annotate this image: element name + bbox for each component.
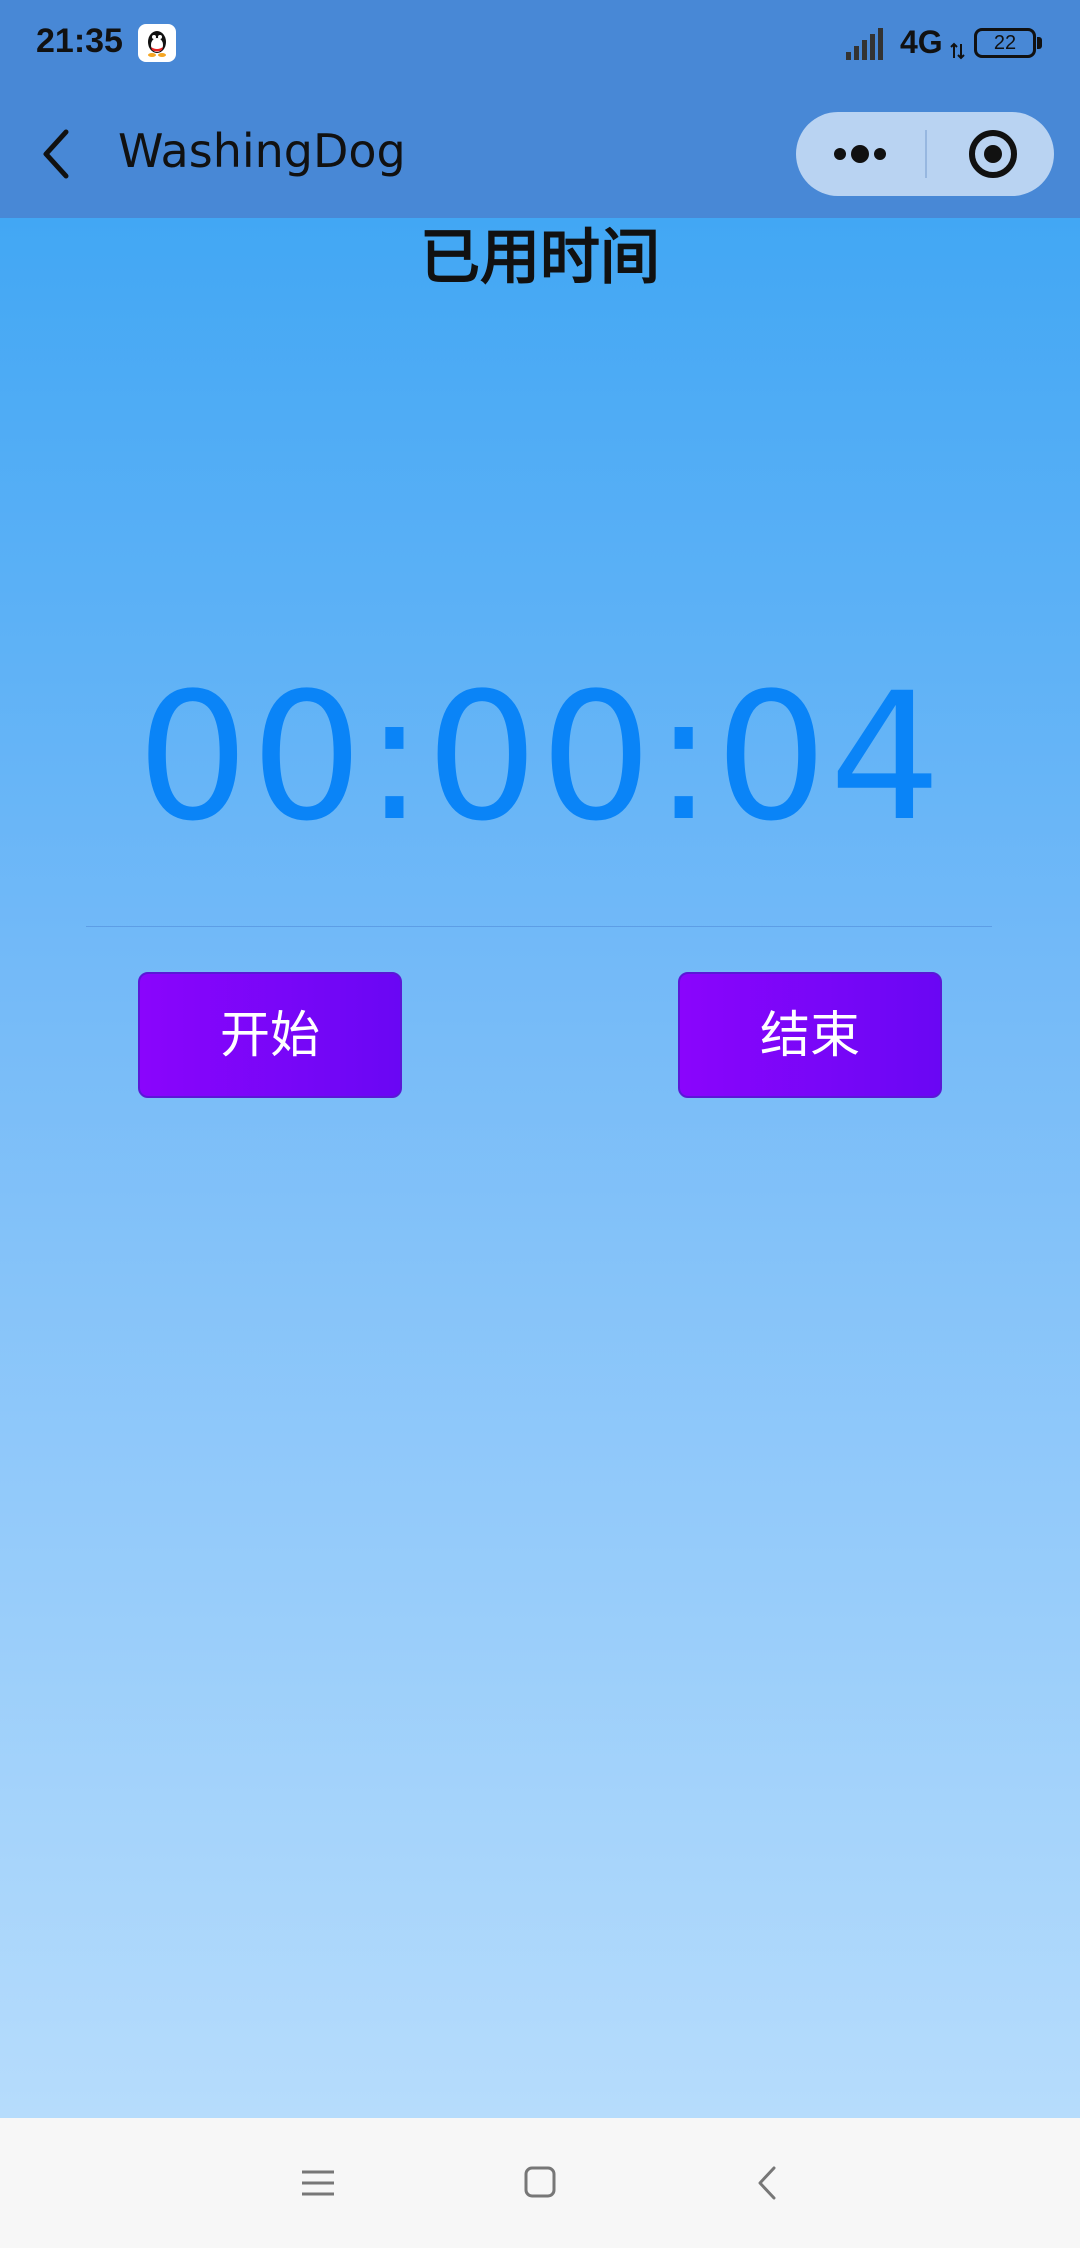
elapsed-time-label: 已用时间 [420, 223, 660, 293]
mini-program-capsule [796, 112, 1054, 196]
chevron-left-icon [43, 129, 69, 179]
more-dots-icon [834, 145, 886, 163]
menu-icon [302, 2170, 334, 2196]
start-button[interactable]: 开始 [138, 972, 402, 1098]
home-button[interactable] [520, 2158, 560, 2208]
status-bar: 21:35 4G 22 [0, 0, 1080, 90]
network-arrows-icon [950, 42, 966, 60]
target-circle-icon [969, 130, 1017, 178]
system-navigation-bar [0, 2118, 1080, 2248]
battery-icon: 22 [974, 28, 1036, 58]
system-back-button[interactable] [748, 2158, 788, 2208]
battery-tip [1037, 37, 1042, 49]
status-time: 21:35 [36, 22, 123, 60]
home-icon [524, 2166, 556, 2198]
network-label: 4G [900, 24, 943, 60]
page-title: WashingDog [118, 124, 406, 178]
header: 21:35 4G 22 WashingDog [0, 0, 1080, 218]
stop-button[interactable]: 结束 [678, 972, 942, 1098]
more-button[interactable] [796, 112, 924, 196]
signal-icon [846, 28, 888, 62]
close-button[interactable] [927, 112, 1054, 196]
back-button[interactable] [36, 124, 80, 184]
timer-display: 00:00:04 [136, 655, 944, 860]
back-icon [758, 2166, 776, 2200]
main-content: 已用时间 00:00:04 开始 结束 [0, 218, 1080, 2118]
divider [86, 926, 992, 927]
qq-icon [138, 24, 176, 62]
menu-button[interactable] [298, 2158, 338, 2208]
